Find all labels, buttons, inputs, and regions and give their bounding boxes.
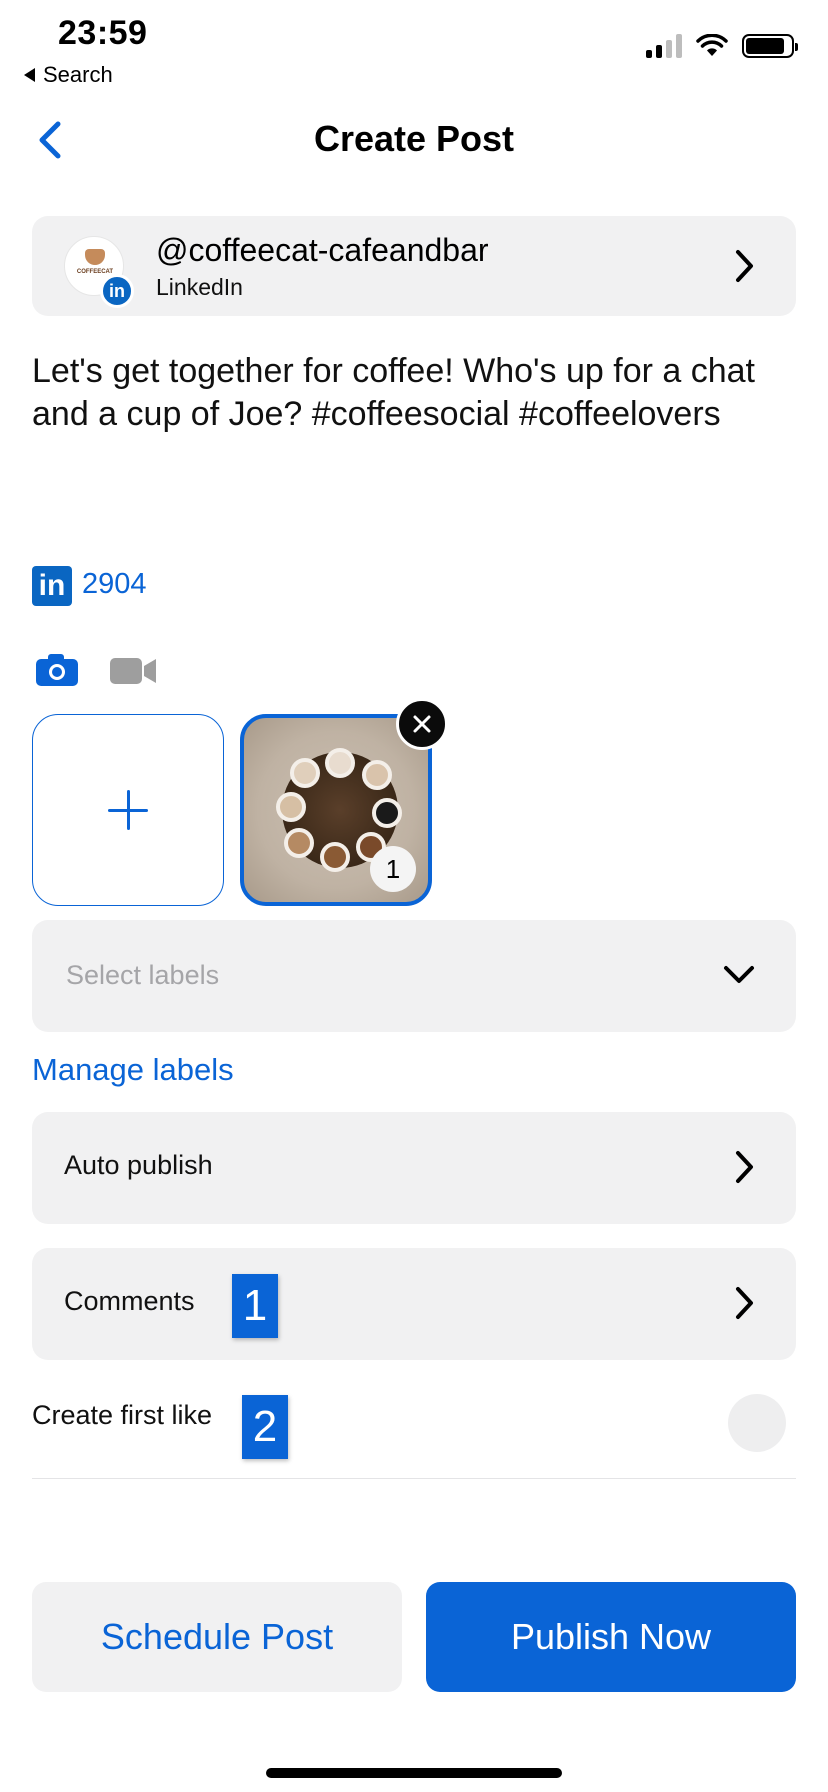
back-triangle-icon — [24, 68, 35, 82]
comments-row[interactable]: Comments 1 — [32, 1248, 796, 1360]
auto-publish-row[interactable]: Auto publish — [32, 1112, 796, 1224]
video-icon[interactable] — [110, 656, 158, 686]
signal-icon — [646, 34, 682, 58]
first-like-marker-badge: 2 — [242, 1395, 288, 1459]
labels-placeholder: Select labels — [66, 960, 220, 990]
add-media-button[interactable] — [32, 714, 224, 906]
coffee-cup-logo-icon — [85, 249, 105, 265]
status-indicators — [646, 34, 798, 58]
chevron-down-icon — [724, 966, 754, 983]
page-title: Create Post — [313, 118, 515, 159]
create-first-like-label: Create first like — [32, 1400, 213, 1430]
comments-marker-badge: 1 — [232, 1274, 278, 1338]
status-time: 23:59 — [58, 14, 148, 52]
publish-now-button[interactable]: Publish Now — [426, 1582, 796, 1692]
schedule-post-button[interactable]: Schedule Post — [32, 1582, 402, 1692]
linkedin-badge-icon: in — [100, 274, 134, 308]
camera-icon[interactable] — [34, 652, 80, 688]
chevron-right-icon — [736, 250, 753, 282]
comments-label: Comments — [64, 1286, 195, 1316]
chevron-right-icon — [736, 1287, 753, 1319]
battery-icon — [742, 34, 798, 58]
linkedin-icon: in — [32, 566, 72, 606]
account-network: LinkedIn — [156, 274, 243, 300]
photo-order-badge: 1 — [370, 846, 416, 892]
character-count: 2904 — [82, 568, 147, 600]
wifi-icon — [696, 34, 728, 56]
plus-icon — [108, 790, 148, 830]
account-handle: @coffeecat-cafeandbar — [156, 232, 489, 268]
close-icon — [413, 715, 431, 733]
manage-labels-link[interactable]: Manage labels — [32, 1052, 234, 1088]
divider — [32, 1478, 796, 1479]
labels-select[interactable]: Select labels — [32, 920, 796, 1032]
auto-publish-label: Auto publish — [64, 1150, 213, 1180]
home-indicator[interactable] — [266, 1768, 562, 1778]
back-to-search-link[interactable]: Search — [24, 62, 113, 88]
chevron-right-icon — [736, 1151, 753, 1183]
account-selector[interactable]: COFFEECAT in @coffeecat-cafeandbar Linke… — [32, 216, 796, 316]
post-text-input[interactable]: Let's get together for coffee! Who's up … — [32, 350, 792, 436]
remove-photo-button[interactable] — [396, 698, 448, 750]
create-first-like-toggle[interactable] — [728, 1394, 786, 1452]
back-app-label: Search — [43, 62, 113, 87]
